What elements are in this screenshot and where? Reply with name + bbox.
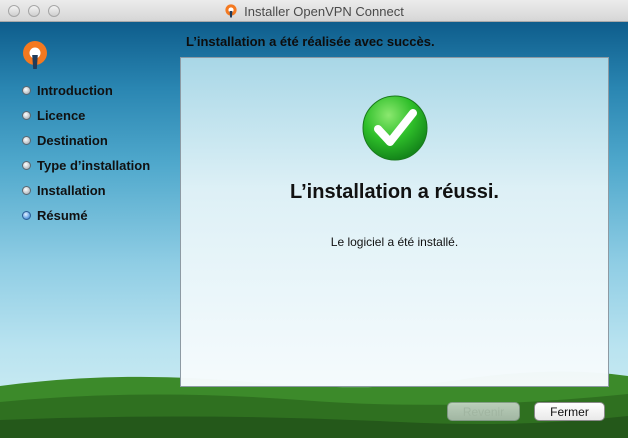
window-title-wrap: Installer OpenVPN Connect [0, 0, 628, 22]
step-type-installation: Type d’installation [22, 153, 150, 178]
step-bullet-icon [22, 86, 31, 95]
step-introduction: Introduction [22, 78, 150, 103]
success-message: Le logiciel a été installé. [330, 235, 459, 249]
step-destination: Destination [22, 128, 150, 153]
content-panel: L’installation a réussi. Le logiciel a é… [180, 57, 609, 387]
step-header: L’installation a été réalisée avec succè… [186, 34, 435, 49]
installer-steps: Introduction Licence Destination Type d’… [22, 78, 150, 228]
step-label: Type d’installation [37, 158, 151, 173]
checkmark-icon [362, 95, 428, 161]
step-label: Résumé [37, 208, 88, 223]
step-installation: Installation [22, 178, 150, 203]
active-step-bullet-icon [22, 211, 31, 220]
openvpn-title-icon [225, 4, 237, 18]
step-resume: Résumé [22, 203, 150, 228]
step-label: Licence [37, 108, 86, 123]
step-bullet-icon [22, 161, 31, 170]
step-label: Introduction [37, 83, 113, 98]
back-button[interactable]: Revenir [447, 402, 520, 421]
window-title: Installer OpenVPN Connect [244, 3, 404, 19]
step-bullet-icon [22, 186, 31, 195]
step-licence: Licence [22, 103, 150, 128]
openvpn-logo-icon [23, 41, 47, 69]
step-bullet-icon [22, 136, 31, 145]
title-bar[interactable]: Installer OpenVPN Connect [0, 0, 628, 22]
close-button[interactable]: Fermer [534, 402, 605, 421]
step-label: Destination [37, 133, 108, 148]
step-label: Installation [37, 183, 106, 198]
step-bullet-icon [22, 111, 31, 120]
success-title: L’installation a réussi. [290, 181, 499, 203]
installer-window: Installer OpenVPN Connect Introduction L… [0, 0, 628, 438]
